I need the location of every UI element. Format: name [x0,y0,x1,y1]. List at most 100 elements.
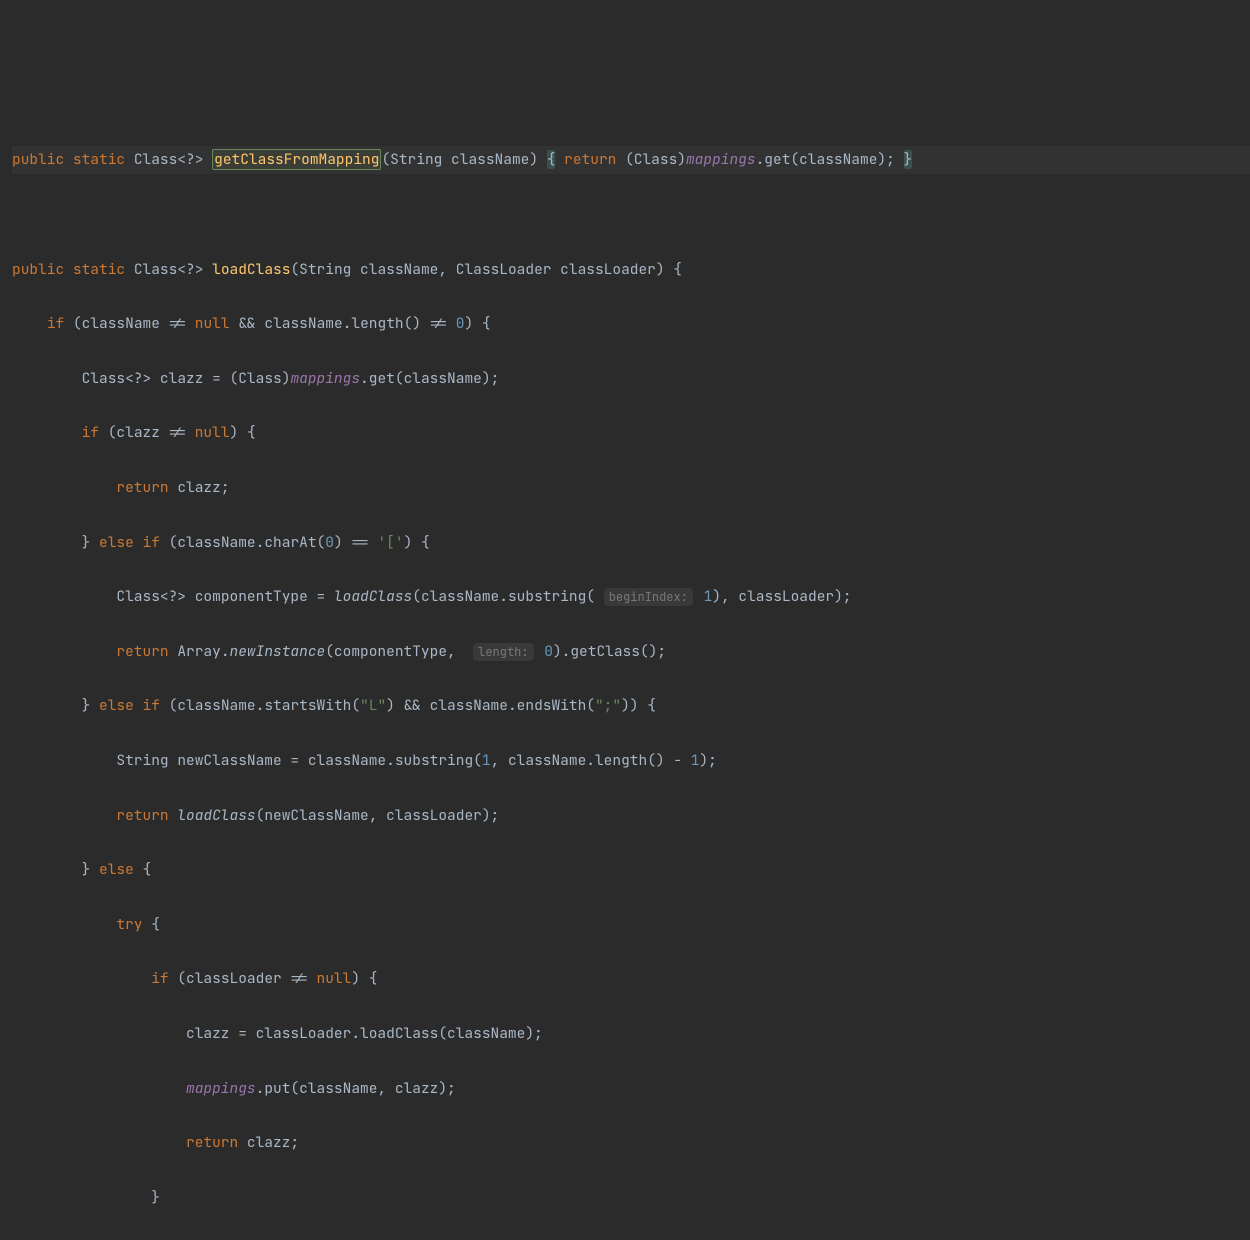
code-line[interactable]: if (clazz != null) { [12,419,1250,446]
identifier: className [177,533,255,552]
type: Class<?> [82,369,152,388]
identifier: className [404,369,482,388]
type: String [390,150,442,169]
keyword: else [99,696,134,715]
type: Class<?> [134,260,204,279]
identifier: newClassName [177,751,281,770]
keyword: if [143,533,160,552]
identifier: clazz [177,478,221,497]
method-call: endsWith [517,696,587,715]
code-line[interactable] [12,201,1250,228]
method-call: get [369,369,395,388]
identifier: clazz [186,1024,230,1043]
identifier: className [177,696,255,715]
method-call: get [764,150,790,169]
code-line[interactable]: return clazz; [12,1129,1250,1156]
code-line[interactable]: return loadClass(newClassName, classLoad… [12,802,1250,829]
identifier: classLoader [386,806,482,825]
keyword: else [99,533,134,552]
method-name-highlighted[interactable]: getClassFromMapping [212,149,381,170]
string: "L" [360,696,386,715]
code-line[interactable]: } catch (Throwable var6) { [12,1238,1250,1240]
code-line[interactable]: } else if (className.charAt(0) == '[') { [12,529,1250,556]
identifier: className [421,587,499,606]
code-line[interactable]: if (classLoader != null) { [12,965,1250,992]
method-call: getClass [570,642,640,661]
code-line[interactable]: mappings.put(className, clazz); [12,1075,1250,1102]
method-call: newInstance [230,642,326,661]
keyword: return [564,150,616,169]
keyword: return [116,806,168,825]
identifier: clazz [247,1133,291,1152]
method-call: substring [508,587,586,606]
identifier: className [451,150,529,169]
type: Class<?> [134,150,204,169]
identifier: classLoader [738,587,834,606]
identifier: className [799,150,877,169]
method-call: loadClass [177,806,255,825]
identifier: className [508,751,586,770]
identifier: className [430,696,508,715]
code-line[interactable]: String newClassName = className.substrin… [12,747,1250,774]
type: Class<?> [116,587,186,606]
keyword: if [151,969,168,988]
code-line[interactable]: Class<?> componentType = loadClass(class… [12,583,1250,610]
code-line[interactable]: return Array.newInstance(componentType, … [12,638,1250,665]
identifier: className [447,1024,525,1043]
number: 1 [691,751,700,770]
method-call: length [595,751,647,770]
identifier: componentType [334,642,447,661]
keyword: try [116,915,142,934]
field: mappings [686,150,756,169]
keyword: null [317,969,352,988]
method-name: loadClass [212,260,290,279]
method-call: charAt [264,533,316,552]
identifier: className [360,260,438,279]
code-editor[interactable]: public static Class<?> getClassFromMappi… [0,109,1250,1240]
string: '[' [377,533,403,552]
code-line[interactable]: if (className != null && className.lengt… [12,310,1250,337]
keyword: if [82,423,99,442]
code-line[interactable]: try { [12,911,1250,938]
method-call: put [264,1079,290,1098]
field: mappings [290,369,360,388]
identifier: clazz [116,423,160,442]
identifier: classLoader [186,969,282,988]
method-call: loadClass [360,1024,438,1043]
keyword: else [99,860,134,879]
keyword: public [12,260,64,279]
method-call: substring [395,751,473,770]
identifier: className [82,314,160,333]
param-hint: beginIndex: [604,588,693,606]
identifier: classLoader [256,1024,352,1043]
code-line[interactable]: } else if (className.startsWith("L") && … [12,692,1250,719]
number: 0 [325,533,334,552]
number: 0 [544,642,553,661]
identifier: clazz [160,369,204,388]
keyword: static [73,150,125,169]
code-line[interactable]: public static Class<?> loadClass(String … [12,256,1250,283]
identifier: Array [177,642,221,661]
keyword: null [195,423,230,442]
brace: { [547,150,556,169]
number: 1 [482,751,491,770]
code-line[interactable]: Class<?> clazz = (Class)mappings.get(cla… [12,365,1250,392]
identifier: className [299,1079,377,1098]
string: ";" [595,696,621,715]
type: Class [238,369,282,388]
code-line[interactable]: } [12,1184,1250,1211]
code-line[interactable]: } else { [12,856,1250,883]
code-line[interactable]: return clazz; [12,474,1250,501]
type: ClassLoader [456,260,552,279]
keyword: if [47,314,64,333]
keyword: null [195,314,230,333]
keyword: public [12,150,64,169]
method-call: length [351,314,403,333]
param-hint: length: [473,643,533,661]
code-line[interactable]: public static Class<?> getClassFromMappi… [12,146,1250,173]
code-line[interactable]: clazz = classLoader.loadClass(className)… [12,1020,1250,1047]
keyword: if [143,696,160,715]
keyword: static [73,260,125,279]
brace: } [904,150,913,169]
method-call: startsWith [264,696,351,715]
